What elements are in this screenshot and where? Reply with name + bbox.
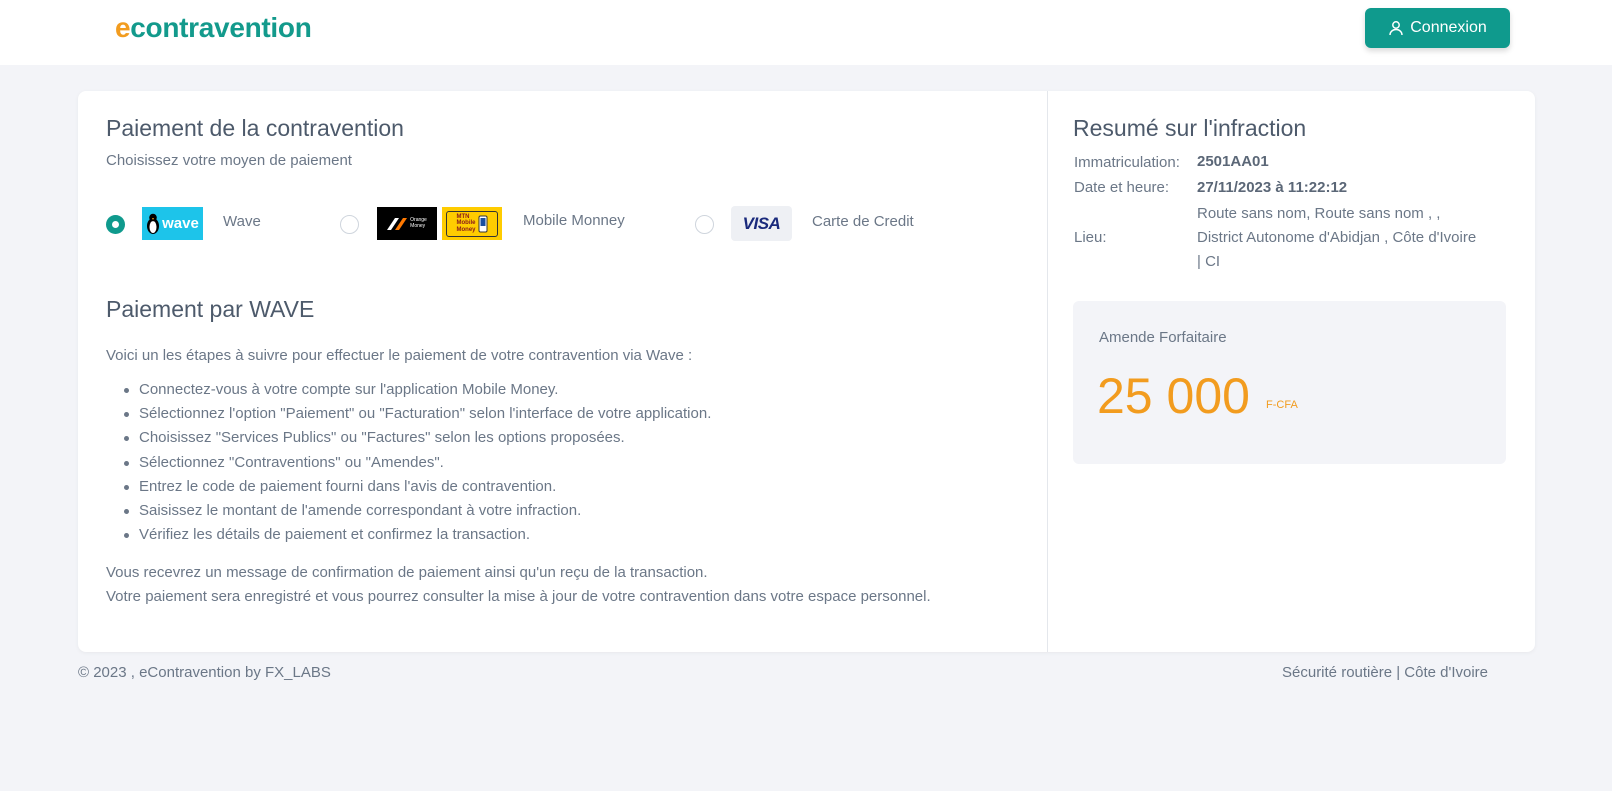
wave-logo: wave (142, 207, 203, 240)
brand-logo[interactable]: econtravention (115, 12, 312, 44)
column-divider (1047, 91, 1048, 652)
amende-box: Amende Forfaitaire 25 000 F-CFA (1073, 301, 1506, 464)
option-label-mobile-money[interactable]: Mobile Monney (523, 212, 625, 229)
login-label: Connexion (1410, 19, 1487, 36)
immatriculation-value: 2501AA01 (1197, 153, 1269, 170)
payment-option-wave[interactable] (106, 206, 125, 242)
radio-mobile-money[interactable] (340, 214, 359, 234)
amende-currency: F-CFA (1266, 399, 1298, 411)
immatriculation-label: Immatriculation: (1074, 154, 1180, 171)
wave-outro-confirmation: Vous recevrez un message de confirmation… (106, 564, 708, 581)
list-item: Sélectionnez l'option "Paiement" ou "Fac… (123, 402, 711, 426)
radio-credit-card[interactable] (695, 214, 714, 234)
date-label: Date et heure: (1074, 179, 1170, 196)
date-value: 27/11/2023 à 11:22:12 (1197, 179, 1348, 196)
logo-e: e (115, 12, 131, 43)
orange-money-logo: Orange Money (377, 207, 437, 240)
login-button[interactable]: Connexion (1365, 8, 1510, 48)
list-item: Vérifiez les détails de paiement et conf… (123, 523, 711, 547)
amende-label: Amende Forfaitaire (1099, 329, 1227, 346)
top-header: econtravention Connexion (0, 0, 1612, 65)
list-item: Entrez le code de paiement fourni dans l… (123, 475, 711, 499)
lieu-value-line1: Route sans nom, Route sans nom , , (1197, 205, 1441, 222)
list-item: Saisissez le montant de l'amende corresp… (123, 499, 711, 523)
wave-intro: Voici un les étapes à suivre pour effect… (106, 347, 693, 364)
mtn-logo-text: MTN Mobile Money (456, 213, 476, 233)
list-item: Connectez-vous à votre compte sur l'appl… (123, 378, 711, 402)
penguin-icon (147, 213, 160, 234)
visa-logo-text: VISA (742, 213, 781, 233)
payment-option-mobile-money[interactable] (340, 206, 359, 242)
phone-icon (478, 215, 487, 232)
amende-value: 25 000 (1097, 368, 1250, 424)
footer-copyright: © 2023 , eContravention by FX_LABS (78, 664, 331, 681)
option-label-credit-card[interactable]: Carte de Credit (812, 213, 914, 230)
footer-tagline: Sécurité routière | Côte d'Ivoire (1282, 664, 1489, 681)
summary-title: Resumé sur l'infraction (1073, 115, 1307, 141)
wave-logo-text: wave (162, 215, 199, 232)
payment-option-credit-card[interactable] (695, 206, 714, 242)
radio-wave[interactable] (106, 214, 125, 234)
mtn-money-logo: MTN Mobile Money (442, 207, 502, 240)
payment-title: Paiement de la contravention (106, 115, 404, 141)
list-item: Choisissez "Services Publics" ou "Factur… (123, 426, 711, 450)
payment-subtitle: Choisissez votre moyen de paiement (106, 152, 352, 169)
lieu-value-line3: | CI (1197, 253, 1221, 270)
lieu-value-line2: District Autonome d'Abidjan , Côte d'Ivo… (1197, 229, 1477, 246)
wave-section-title: Paiement par WAVE (106, 296, 315, 322)
logo-text: contravention (130, 12, 312, 43)
lieu-label: Lieu: (1074, 229, 1107, 246)
list-item: Sélectionnez "Contraventions" ou "Amende… (123, 451, 711, 475)
wave-outro-account: Votre paiement sera enregistré et vous p… (106, 588, 931, 605)
wave-steps-list: Connectez-vous à votre compte sur l'appl… (123, 378, 711, 547)
orange-money-text: Orange Money (410, 217, 427, 229)
visa-logo: VISA (731, 206, 792, 241)
main-card: Paiement de la contravention Choisissez … (78, 91, 1535, 652)
option-label-wave[interactable]: Wave (223, 213, 261, 230)
user-icon (1389, 21, 1403, 36)
orange-money-icon (387, 217, 408, 230)
